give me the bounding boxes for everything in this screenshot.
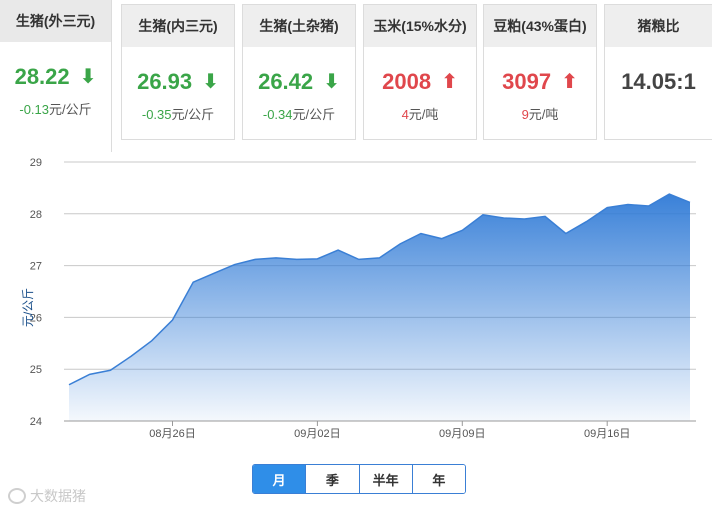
price-card[interactable]: 玉米(15%水分) 2008 ⬆ 4元/吨 [363,4,477,140]
card-title: 生猪(内三元) [122,5,234,47]
arrow-up-icon: ⬆ [561,71,578,93]
price-card[interactable]: 猪粮比 14.05:1 [604,4,712,140]
range-button[interactable]: 半年 [358,465,412,493]
card-change: 9元/吨 [521,107,559,122]
card-title: 生猪(土杂猪) [243,5,355,47]
card-value: 28.22 ⬇ [14,64,97,89]
watermark: 大数据猪 [8,486,86,506]
card-title: 豆粕(43%蛋白) [484,5,596,47]
card-change: -0.13元/公斤 [19,102,92,117]
x-tick-label: 09月02日 [294,428,340,440]
arrow-down-icon: ⬇ [79,66,97,88]
price-card[interactable]: 生猪(外三元) 28.22 ⬇ -0.13元/公斤 [0,0,112,152]
watermark-logo-icon [8,488,26,504]
price-cards: 生猪(外三元) 28.22 ⬇ -0.13元/公斤 生猪(内三元) 26.93 ⬇ -0.35… [0,0,712,152]
card-change: -0.35元/公斤 [141,107,215,122]
card-value: 2008 ⬆ [382,69,458,94]
card-value: 14.05:1 [621,69,696,94]
card-value: 26.42 ⬇ [258,69,340,94]
card-value: 26.93 ⬇ [137,69,219,94]
card-value: 3097 ⬆ [502,69,578,94]
y-tick-label: 29 [30,157,42,169]
price-card[interactable]: 生猪(内三元) 26.93 ⬇ -0.35元/公斤 [121,4,235,140]
card-title: 生猪(外三元) [0,0,111,42]
range-button[interactable]: 季 [305,465,359,493]
card-change: 4元/吨 [401,107,439,122]
y-tick-label: 28 [30,209,42,221]
y-tick-label: 24 [30,416,42,428]
arrow-up-icon: ⬆ [441,71,458,93]
price-chart: 24 25 26 27 28 29 08月26日 09月02日 09月09日 09月16日 元/公斤 [0,140,712,470]
card-change: -0.34元/公斤 [262,107,336,122]
arrow-down-icon: ⬇ [202,71,219,93]
x-tick-label: 09月16日 [584,428,630,440]
range-button[interactable]: 年 [411,465,465,493]
chart-svg: 24252627282908月26日 09月02日 09月09日 09月16日元/公斤 [21,157,696,440]
y-axis-label: 元/公斤 [21,288,35,327]
card-title: 猪粮比 [605,5,712,47]
price-card[interactable]: 豆粕(43%蛋白) 3097 ⬆ 9元/吨 [483,4,597,140]
range-selector: 月季半年年 [252,464,466,494]
x-tick-label: 09月09日 [439,428,485,440]
price-card[interactable]: 生猪(土杂猪) 26.42 ⬇ -0.34元/公斤 [242,4,356,140]
watermark-text: 大数据猪 [30,488,86,504]
arrow-down-icon: ⬇ [323,71,340,93]
series-area [69,194,690,421]
x-tick-label: 08月26日 [149,428,195,440]
card-title: 玉米(15%水分) [364,5,476,47]
y-tick-label: 25 [30,364,42,376]
range-button[interactable]: 月 [253,465,306,493]
y-tick-label: 27 [30,261,42,273]
